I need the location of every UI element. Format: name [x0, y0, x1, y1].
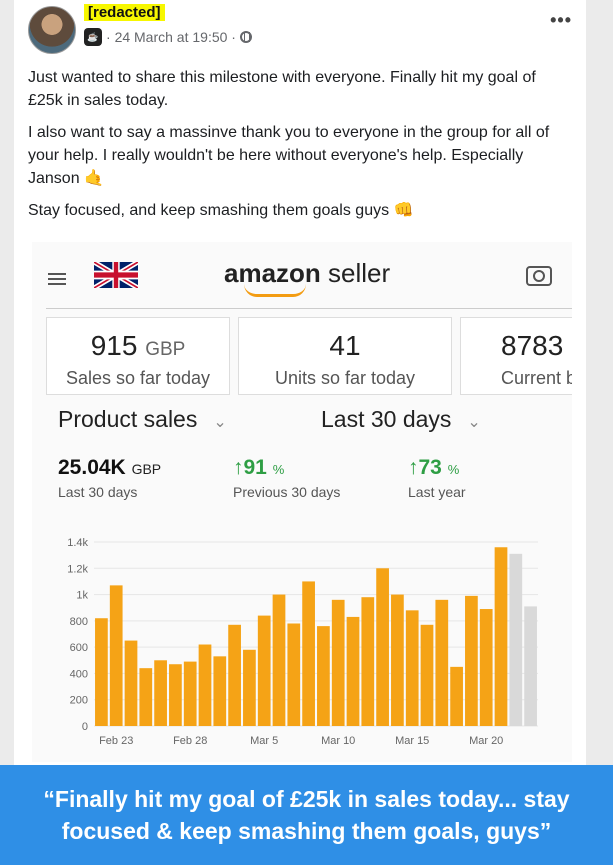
- stat-previous-30-days: ↑91 % Previous 30 days: [233, 456, 341, 500]
- x-tick-label: Feb 28: [173, 735, 207, 747]
- uk-flag-icon: [94, 262, 138, 288]
- globe-icon: [239, 31, 252, 43]
- bar[interactable]: [183, 661, 197, 726]
- x-tick-label: Mar 10: [321, 735, 355, 747]
- bar[interactable]: [450, 666, 463, 726]
- bar[interactable]: [228, 624, 241, 726]
- current-balance-card[interactable]: 8783 Current b: [460, 317, 572, 395]
- chevron-down-icon: ⌄: [213, 414, 227, 431]
- x-tick-label: Mar 15: [395, 735, 429, 747]
- bar[interactable]: [479, 609, 493, 726]
- bar[interactable]: [494, 547, 508, 726]
- bar[interactable]: [169, 664, 182, 726]
- bar[interactable]: [509, 553, 523, 726]
- bar[interactable]: [391, 594, 404, 726]
- bar[interactable]: [109, 585, 123, 726]
- units-today-card[interactable]: 41 Units so far today: [238, 317, 452, 395]
- bar[interactable]: [139, 668, 153, 726]
- stat-last-30-days: 25.04K GBP Last 30 days: [58, 456, 162, 500]
- quote-caption: “Finally hit my goal of £25k in sales to…: [0, 765, 613, 865]
- x-tick-label: Mar 20: [469, 735, 503, 747]
- post-date-text: 24 March at 19:50: [114, 29, 228, 45]
- x-tick-label: Mar 5: [250, 735, 278, 747]
- post-paragraph: Just wanted to share this milestone with…: [28, 69, 536, 109]
- bar[interactable]: [243, 649, 256, 726]
- bar[interactable]: [198, 644, 212, 726]
- amazon-smile-icon: [244, 284, 306, 297]
- bar[interactable]: [331, 599, 345, 726]
- bar[interactable]: [95, 618, 108, 726]
- y-tick-label: 1.4k: [67, 537, 88, 549]
- bar[interactable]: [154, 660, 167, 726]
- y-tick-label: 200: [70, 695, 88, 707]
- post-body: Just wanted to share this milestone with…: [28, 66, 568, 231]
- bar[interactable]: [317, 626, 330, 726]
- amazon-seller-screenshot[interactable]: amazon seller 915 GBP Sales so far today…: [32, 242, 572, 762]
- group-badge-icon: ☕: [84, 28, 102, 46]
- avatar[interactable]: [28, 6, 76, 54]
- y-tick-label: 0: [82, 721, 88, 733]
- post-date[interactable]: · 24 March at 19:50 ·: [106, 29, 236, 45]
- bar[interactable]: [257, 615, 271, 726]
- bar[interactable]: [287, 623, 301, 726]
- bar[interactable]: [346, 616, 360, 726]
- bar[interactable]: [124, 640, 138, 726]
- more-options-icon[interactable]: •••: [550, 10, 572, 31]
- post-meta: ☕ · 24 March at 19:50 ·: [84, 28, 252, 46]
- y-tick-label: 800: [70, 616, 88, 628]
- camera-icon: [526, 266, 552, 286]
- period-dropdown[interactable]: Last 30 days ⌄: [321, 406, 481, 433]
- hamburger-menu-icon: [48, 270, 66, 288]
- sales-bar-chart: 0 200 400 600 800 1k 1.2k 1.4k Feb 23 Feb 28 Mar 5…: [67, 537, 538, 747]
- sales-today-card[interactable]: 915 GBP Sales so far today: [46, 317, 230, 395]
- bar[interactable]: [376, 568, 389, 726]
- metric-dropdown[interactable]: Product sales ⌄: [58, 406, 227, 433]
- bar[interactable]: [524, 606, 537, 726]
- post-paragraph: Stay focused, and keep smashing them goa…: [28, 202, 414, 219]
- bar[interactable]: [361, 597, 375, 726]
- bar[interactable]: [213, 656, 227, 726]
- bar[interactable]: [465, 595, 478, 726]
- bar[interactable]: [405, 610, 419, 726]
- y-tick-label: 1k: [76, 590, 88, 602]
- post-paragraph: I also want to say a massinve thank you …: [28, 124, 550, 187]
- stat-last-year: ↑73 % Last year: [408, 456, 466, 500]
- y-tick-label: 600: [70, 642, 88, 654]
- y-tick-label: 1.2k: [67, 563, 88, 575]
- chevron-down-icon: ⌄: [467, 414, 481, 431]
- facebook-post: [redacted] ☕ · 24 March at 19:50 · ••• J…: [14, 0, 586, 765]
- bar[interactable]: [420, 624, 434, 726]
- divider: [46, 308, 572, 309]
- x-tick-label: Feb 23: [99, 735, 133, 747]
- poster-name[interactable]: [redacted]: [84, 4, 165, 21]
- bar[interactable]: [435, 599, 449, 726]
- bar[interactable]: [272, 594, 286, 726]
- y-tick-label: 400: [70, 668, 88, 680]
- bar[interactable]: [302, 581, 315, 726]
